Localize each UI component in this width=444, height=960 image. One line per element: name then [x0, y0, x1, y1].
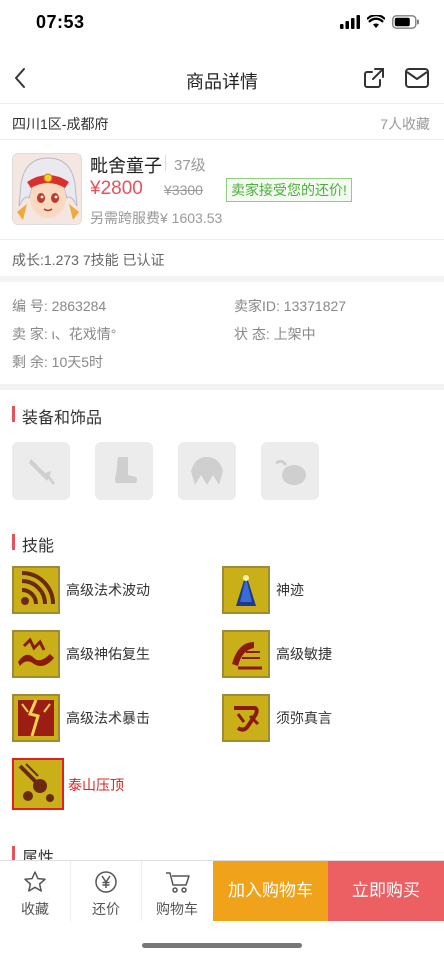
skills-section-title: 技能: [12, 532, 54, 556]
info-id-label: 编 号:: [12, 298, 48, 314]
skill-name: 须弥真言: [276, 710, 332, 726]
skill-name: 泰山压顶: [68, 777, 124, 793]
home-indicator: [142, 943, 302, 948]
shopping-cart-icon: [166, 872, 190, 893]
mantra-skill-icon: [222, 694, 270, 742]
cart-button[interactable]: 购物车: [142, 861, 212, 921]
nav-bar: 商品详情: [0, 52, 444, 104]
counter-offer-button[interactable]: 还价: [71, 861, 141, 921]
character-avatar[interactable]: [12, 153, 82, 225]
favorite-count: 7人收藏: [380, 116, 430, 132]
growth-info: 成长:1.273 7技能 已认证: [12, 252, 165, 268]
bottom-action-bar: 收藏 还价 购物车 加入购物车 立即购买: [0, 860, 444, 921]
section-divider: [0, 384, 444, 390]
weapon-slot-icon: [29, 459, 55, 485]
signal-icon: [340, 15, 360, 29]
skill-name: 高级神佑复生: [66, 646, 150, 662]
wave-skill-icon: [12, 566, 60, 614]
yen-coin-icon: [95, 871, 117, 893]
weapon-slot[interactable]: [12, 442, 70, 500]
accessory-slot[interactable]: [261, 442, 319, 500]
info-id: 编 号: 2863284: [12, 296, 106, 316]
skill-name: 高级敏捷: [276, 646, 332, 662]
cross-server-fee: 另需跨服费¥ 1603.53: [90, 210, 223, 226]
info-remaining-value: 10天5时: [51, 354, 104, 370]
info-state-value: 上架中: [273, 326, 316, 342]
server-name: 四川1区-成都府: [12, 116, 109, 132]
favorite-button[interactable]: 收藏: [0, 861, 70, 921]
skill-name: 高级法术波动: [66, 582, 150, 598]
skill-name: 高级法术暴击: [66, 710, 150, 726]
info-seller-value: ι、花戏情°: [51, 326, 117, 342]
info-state-label: 状 态:: [234, 326, 270, 342]
product-card: 毗舍童子 37级 ¥2800 ¥3300 卖家接受您的还价! 另需跨服费¥ 16…: [0, 140, 444, 240]
status-bar: 07:53: [0, 0, 444, 48]
equipment-section-title: 装备和饰品: [12, 404, 102, 428]
favorite-label: 收藏: [21, 901, 49, 917]
info-seller-id: 卖家ID: 13371827: [234, 296, 346, 316]
revive-skill-icon: [12, 630, 60, 678]
miracle-skill-icon: [222, 566, 270, 614]
share-icon[interactable]: [362, 66, 386, 90]
product-name: 毗舍童子: [90, 156, 162, 176]
info-remaining-label: 剩 余:: [12, 354, 48, 370]
original-price: ¥3300: [164, 182, 203, 198]
wifi-icon: [367, 15, 385, 28]
crit-skill-icon: [12, 694, 60, 742]
bargain-badge: 卖家接受您的还价!: [226, 178, 352, 202]
armor-slot[interactable]: [178, 442, 236, 500]
status-icons: [340, 15, 420, 29]
counter-offer-label: 还价: [92, 901, 120, 917]
info-seller-id-label: 卖家ID:: [234, 298, 280, 314]
info-id-value: 2863284: [51, 298, 107, 314]
info-remaining: 剩 余: 10天5时: [12, 352, 103, 372]
info-seller: 卖 家: ι、花戏情°: [12, 324, 116, 344]
cart-label: 购物车: [156, 901, 198, 917]
server-row: 四川1区-成都府 7人收藏: [0, 104, 444, 140]
current-price: ¥2800: [90, 178, 143, 199]
info-state: 状 态: 上架中: [234, 324, 316, 344]
boots-slot-icon: [115, 457, 137, 483]
meteor-skill-icon: [12, 758, 64, 810]
info-seller-label: 卖 家:: [12, 326, 48, 342]
battery-icon: [392, 15, 419, 29]
buy-now-button[interactable]: 立即购买: [328, 861, 444, 921]
product-level: 37级: [174, 157, 206, 174]
info-grid: 编 号: 2863284 卖 家: ι、花戏情° 剩 余: 10天5时 卖家ID…: [0, 282, 444, 386]
star-icon: [24, 871, 46, 892]
status-time: 07:53: [36, 12, 85, 32]
add-to-cart-button[interactable]: 加入购物车: [213, 861, 328, 921]
level-separator: [165, 155, 166, 171]
accessory-slot-icon: [275, 459, 306, 485]
mail-icon[interactable]: [404, 67, 430, 89]
skill-name: 神迹: [276, 582, 304, 598]
agility-skill-icon: [222, 630, 270, 678]
info-seller-id-value: 13371827: [283, 298, 347, 314]
armor-slot-icon: [191, 457, 223, 485]
growth-row: 成长:1.273 7技能 已认证: [0, 240, 444, 276]
boots-slot[interactable]: [95, 442, 153, 500]
